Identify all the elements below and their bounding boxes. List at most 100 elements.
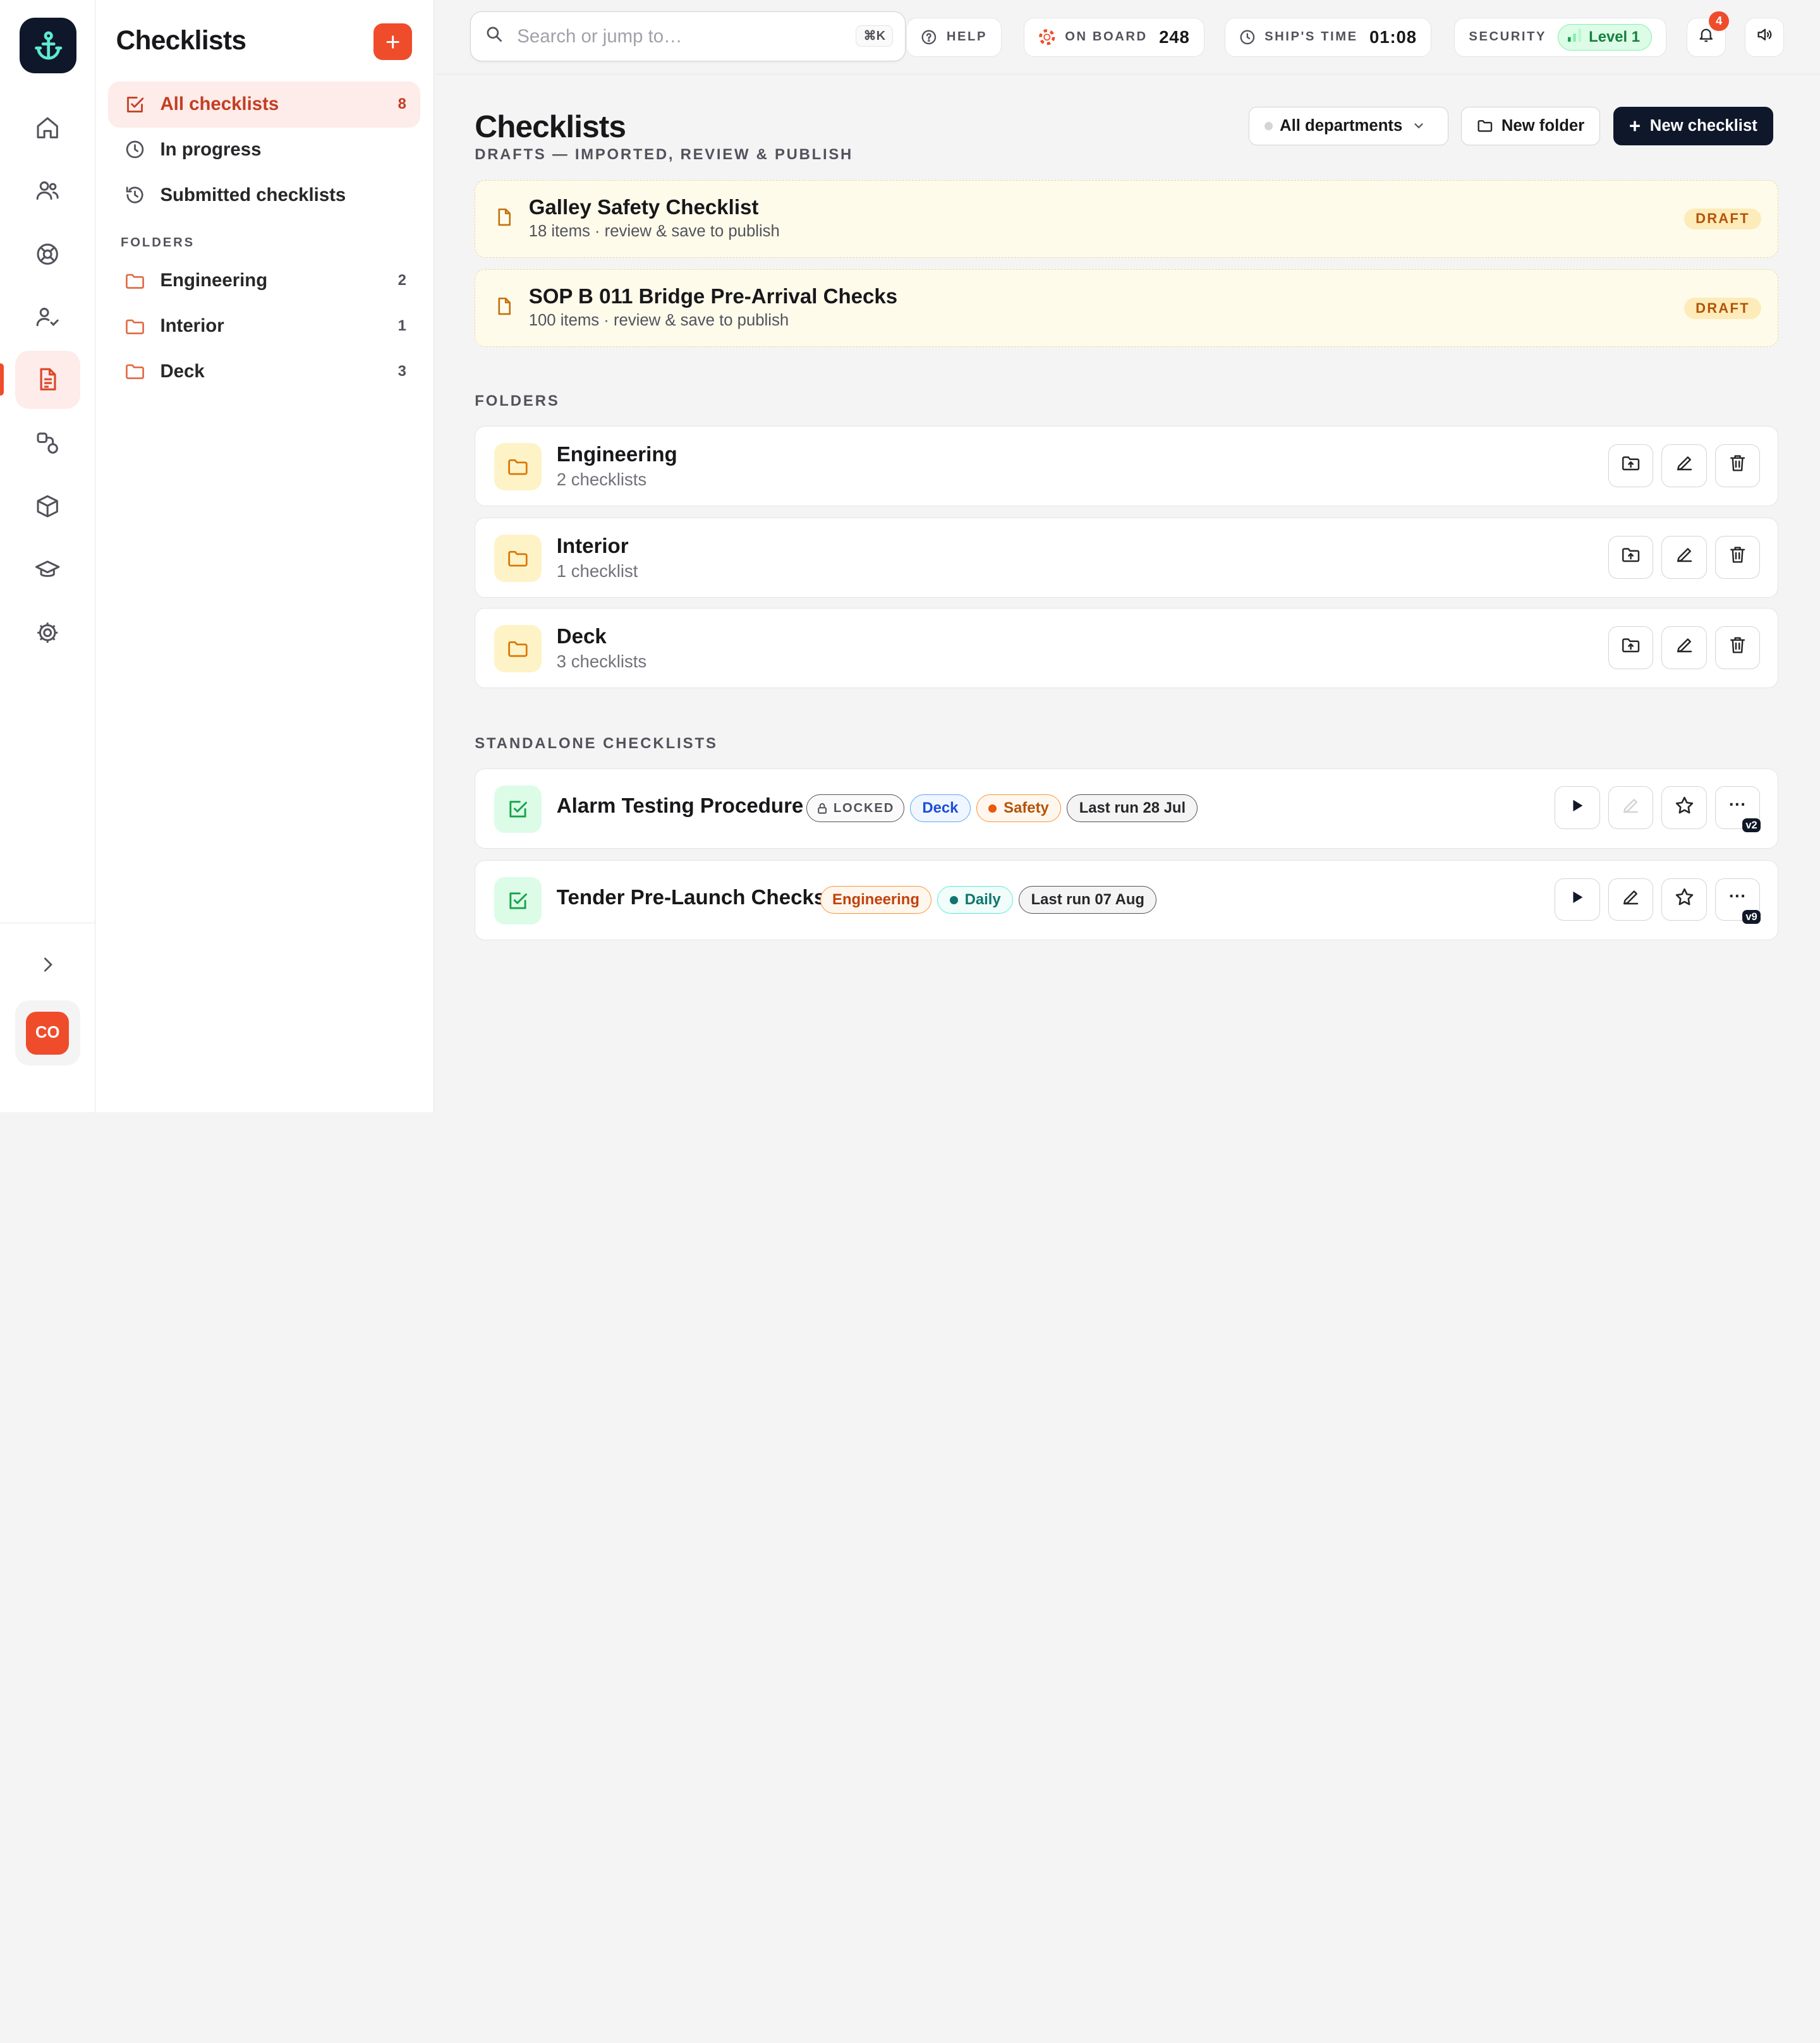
star-icon <box>1674 795 1695 821</box>
delete-folder-button[interactable] <box>1714 626 1761 669</box>
folder-count: 3 <box>397 362 406 380</box>
sidebar-folder-engineering[interactable]: Engineering 2 <box>108 258 420 304</box>
last-run-tag: Last run 07 Aug <box>1019 886 1157 914</box>
search-box[interactable]: ⌘K <box>470 11 906 62</box>
new-folder-button[interactable]: New folder <box>1461 106 1601 145</box>
new-checklist-label: New checklist <box>1649 116 1757 135</box>
user-avatar-button[interactable]: CO <box>15 1000 80 1066</box>
checklist-row[interactable]: Tender Pre-Launch Checks Engineering Dai… <box>475 859 1778 940</box>
clock-icon <box>1239 29 1256 45</box>
home-icon[interactable] <box>15 99 80 157</box>
draft-subtitle: 18 items · review & save to publish <box>528 222 780 240</box>
pencil-icon <box>1675 453 1694 478</box>
nav-item-in-progress[interactable]: In progress <box>108 126 420 173</box>
folders-heading: FOLDERS <box>121 235 195 250</box>
sound-toggle-button[interactable] <box>1744 17 1784 57</box>
checkbox-checked-icon <box>494 876 542 925</box>
folder-upload-icon <box>1621 545 1641 569</box>
draft-badge: DRAFT <box>1684 208 1762 230</box>
move-folder-button[interactable] <box>1608 535 1654 579</box>
speaker-icon <box>1756 26 1773 49</box>
run-checklist-button[interactable] <box>1555 786 1600 830</box>
settings-gear-icon[interactable] <box>15 603 80 662</box>
move-folder-button[interactable] <box>1608 444 1654 487</box>
main-content: ⌘K HELP ON BOARD 248 SHIP'S TIME <box>434 0 1820 1112</box>
trash-icon <box>1728 545 1747 569</box>
category-tag-label: Safety <box>1004 799 1049 817</box>
page-subtitle: DRAFTS — IMPORTED, REVIEW & PUBLISH <box>475 146 854 164</box>
training-cap-icon[interactable] <box>15 541 80 599</box>
folder-icon <box>123 269 147 293</box>
move-folder-button[interactable] <box>1608 626 1654 669</box>
checklist-row[interactable]: Alarm Testing Procedure LOCKED Deck Safe… <box>475 768 1778 849</box>
folder-row[interactable]: Deck 3 checklists <box>475 608 1778 689</box>
status-dot <box>1265 121 1273 130</box>
folder-label: Engineering <box>160 270 268 291</box>
sidebar-folder-interior[interactable]: Interior 1 <box>108 303 420 349</box>
edit-folder-button[interactable] <box>1661 535 1707 579</box>
edit-checklist-button[interactable] <box>1608 878 1654 921</box>
checklist-tags: LOCKED Deck Safety Last run 28 Jul <box>806 794 1198 823</box>
avatar: CO <box>26 1011 70 1055</box>
favorite-button[interactable] <box>1661 878 1707 921</box>
more-options-button[interactable]: ··· v2 <box>1714 786 1761 832</box>
department-filter-dropdown[interactable]: All departments <box>1249 106 1449 145</box>
folder-subtitle: 2 checklists <box>556 470 647 490</box>
anchor-logo-icon[interactable] <box>20 17 77 73</box>
new-checklist-button[interactable]: + New checklist <box>1613 106 1773 145</box>
more-options-button[interactable]: ··· v9 <box>1714 878 1761 924</box>
tag-dot <box>988 804 997 813</box>
help-button[interactable]: HELP <box>906 17 1002 57</box>
draft-card[interactable]: Galley Safety Checklist 18 items · revie… <box>475 179 1778 258</box>
expand-chevron-right-icon[interactable] <box>15 935 80 993</box>
trash-icon <box>1728 635 1747 660</box>
security-indicator[interactable]: SECURITY Level 1 <box>1454 17 1667 57</box>
user-check-icon[interactable] <box>15 288 80 346</box>
icon-rail: CO <box>0 0 95 1112</box>
draft-title: Galley Safety Checklist <box>528 195 759 219</box>
search-input[interactable] <box>517 25 831 47</box>
department-filter-value: All departments <box>1280 116 1403 135</box>
tag-dot <box>949 896 958 904</box>
inventory-box-icon[interactable] <box>15 477 80 535</box>
run-checklist-button[interactable] <box>1555 878 1600 921</box>
lifebuoy-icon[interactable] <box>15 225 80 283</box>
delete-folder-button[interactable] <box>1714 444 1761 487</box>
folder-icon <box>123 315 147 338</box>
favorite-button[interactable] <box>1661 786 1707 830</box>
edit-folder-button[interactable] <box>1661 626 1707 669</box>
bell-icon <box>1697 26 1715 49</box>
delete-folder-button[interactable] <box>1714 535 1761 579</box>
folder-row[interactable]: Interior 1 checklist <box>475 518 1778 598</box>
nav-item-submitted-checklists[interactable]: Submitted checklists <box>108 172 420 218</box>
folder-row[interactable]: Engineering 2 checklists <box>475 426 1778 506</box>
add-checklist-button[interactable]: + <box>373 23 413 61</box>
sidebar-folder-deck[interactable]: Deck 3 <box>108 348 420 394</box>
checklists-document-icon[interactable] <box>15 350 80 409</box>
workflow-icon[interactable] <box>15 415 80 473</box>
lifebuoy-icon <box>1038 28 1056 46</box>
folder-count: 1 <box>397 317 406 335</box>
document-icon <box>494 207 514 232</box>
sidebar-title: Checklists <box>116 25 246 56</box>
play-icon <box>1569 797 1586 818</box>
on-board-label: ON BOARD <box>1065 30 1148 44</box>
edit-folder-button[interactable] <box>1661 444 1707 487</box>
trash-icon <box>1728 453 1747 478</box>
document-icon <box>494 296 514 321</box>
top-bar: ⌘K HELP ON BOARD 248 SHIP'S TIME <box>434 0 1820 75</box>
ellipsis-icon: ··· <box>1728 794 1747 815</box>
notifications-button[interactable]: 4 <box>1686 11 1729 57</box>
draft-card[interactable]: SOP B 011 Bridge Pre-Arrival Checks 100 … <box>475 269 1778 348</box>
page-title: Checklists <box>475 108 626 144</box>
app-root: CO Checklists + All checklists 8 In prog… <box>0 0 1820 1112</box>
crew-icon[interactable] <box>15 161 80 219</box>
edit-checklist-button[interactable] <box>1608 786 1654 830</box>
on-board-indicator[interactable]: ON BOARD 248 <box>1023 17 1204 57</box>
folder-label: Deck <box>160 360 205 382</box>
security-level-badge: Level 1 <box>1558 23 1653 51</box>
folder-icon <box>494 442 542 491</box>
folder-count: 2 <box>397 272 406 289</box>
nav-item-all-checklists[interactable]: All checklists 8 <box>107 81 420 128</box>
standalone-section-heading: STANDALONE CHECKLISTS <box>475 734 718 752</box>
